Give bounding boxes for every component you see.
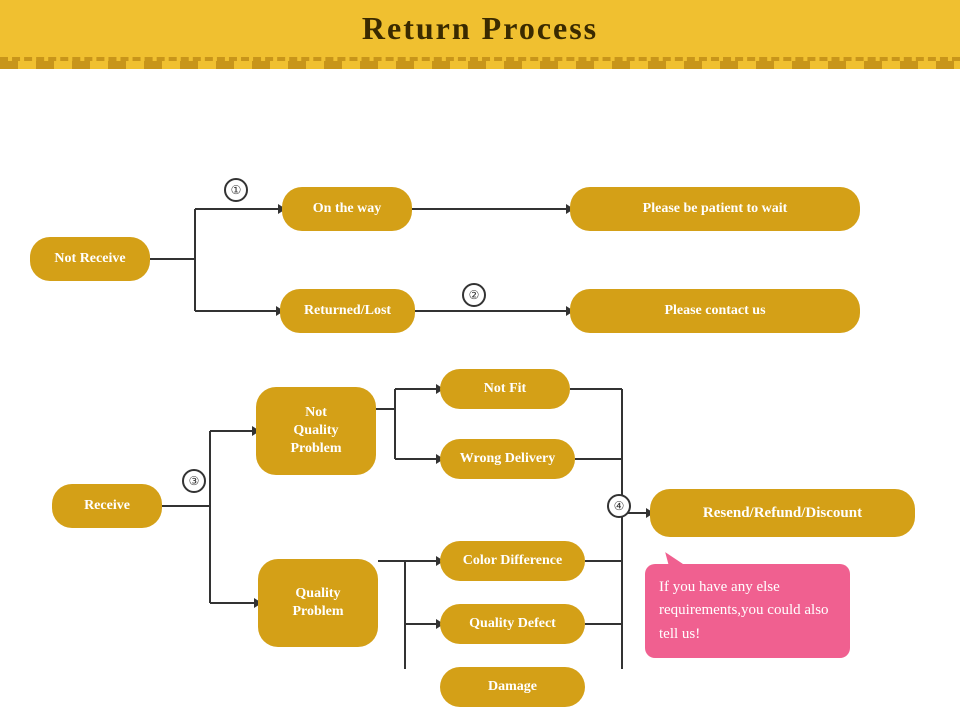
page-title: Return Process <box>0 10 960 47</box>
receive-box: Receive <box>52 484 162 528</box>
header: Return Process <box>0 0 960 69</box>
color-difference-box: Color Difference <box>440 541 585 581</box>
returned-lost-box: Returned/Lost <box>280 289 415 333</box>
on-the-way-box: On the way <box>282 187 412 231</box>
wrong-delivery-box: Wrong Delivery <box>440 439 575 479</box>
quality-problem-box: Quality Problem <box>258 559 378 647</box>
diagram: ① ② ③ ④ Not Receive On the way Returned/… <box>0 69 960 669</box>
not-fit-box: Not Fit <box>440 369 570 409</box>
not-quality-box: Not Quality Problem <box>256 387 376 475</box>
circle-2: ② <box>462 283 486 307</box>
damage-box: Damage <box>440 667 585 707</box>
please-contact-box: Please contact us <box>570 289 860 333</box>
quality-defect-box: Quality Defect <box>440 604 585 644</box>
header-stripe <box>0 61 960 69</box>
not-receive-box: Not Receive <box>30 237 150 281</box>
circle-1: ① <box>224 178 248 202</box>
circle-4: ④ <box>607 494 631 518</box>
circle-3: ③ <box>182 469 206 493</box>
please-wait-box: Please be patient to wait <box>570 187 860 231</box>
callout-bubble: If you have any else requirements,you co… <box>645 564 850 658</box>
resend-box: Resend/Refund/Discount <box>650 489 915 537</box>
